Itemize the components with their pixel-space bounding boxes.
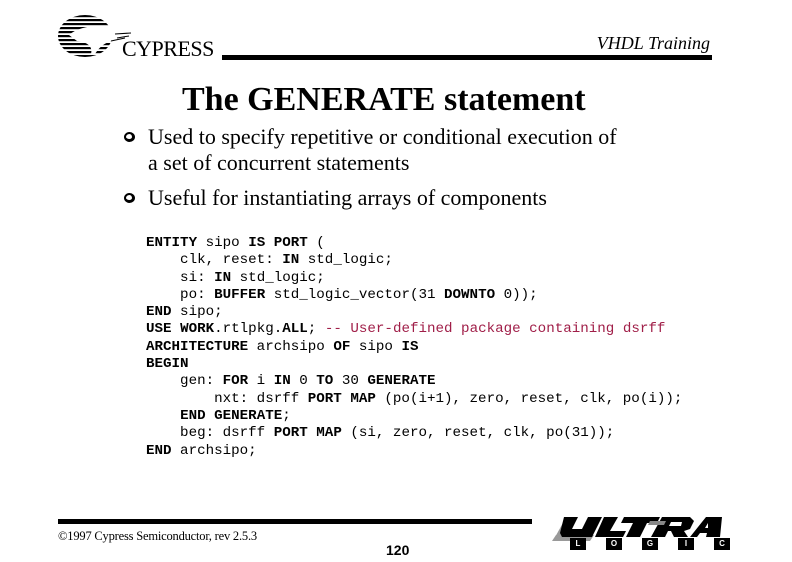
slide-title: The GENERATE statement — [182, 81, 586, 118]
logic-letter-box: I — [678, 538, 694, 550]
code-line: ARCHITECTURE archsipo OF sipo IS — [146, 339, 682, 356]
code-text: 0 — [290, 373, 317, 390]
code-line: po: BUFFER std_logic_vector(31 DOWNTO 0)… — [146, 287, 682, 304]
code-keyword: IN — [273, 373, 291, 390]
logic-letters: LOGIC — [570, 538, 730, 550]
cypress-logo-text: CYPRESS — [122, 36, 214, 61]
code-keyword: USE — [146, 321, 172, 338]
code-text: archsipo; — [171, 442, 257, 459]
code-keyword: IN — [282, 252, 300, 269]
code-text: i — [248, 373, 274, 390]
logic-letter-box: C — [714, 538, 730, 550]
code-keyword: BUFFER — [214, 286, 266, 303]
code-text: ( — [307, 235, 325, 251]
code-text: ; — [282, 407, 291, 424]
code-line: USE WORK.rtlpkg.ALL; -- User-defined pac… — [146, 321, 682, 338]
code-text: po: — [146, 286, 215, 303]
code-line: clk, reset: IN std_logic; — [146, 252, 682, 269]
code-text: beg: dsrff — [146, 425, 274, 442]
code-keyword: BEGIN — [146, 356, 189, 373]
code-keyword: ALL — [282, 321, 308, 338]
code-keyword: END — [146, 304, 172, 321]
code-text: std_logic_vector(31 — [265, 286, 445, 303]
copyright-notice: ©1997 Cypress Semiconductor, rev 2.5.3 — [58, 529, 257, 543]
course-title: VHDL Training — [596, 33, 710, 53]
code-text: (po(i+1), zero, reset, clk, po(i)); — [375, 390, 683, 407]
header-divider — [222, 55, 712, 60]
code-text: sipo — [350, 338, 402, 355]
code-line: END sipo; — [146, 304, 682, 321]
vhdl-code-block: ENTITY sipo IS PORT ( clk, reset: IN std… — [146, 235, 682, 460]
code-keyword: GENERATE — [367, 373, 436, 390]
code-line: BEGIN — [146, 356, 682, 373]
footer-divider — [58, 519, 532, 524]
code-keyword: ENTITY — [146, 235, 198, 251]
code-text: 0)); — [495, 286, 538, 303]
logic-letter-box: O — [606, 538, 622, 550]
bullet-item: Used to specify repetitive or conditiona… — [120, 124, 617, 176]
code-comment: -- User-defined package containing dsrff — [324, 321, 666, 338]
bullet-text: Useful for instantiating arrays of compo… — [148, 185, 547, 210]
code-text: .rtlpkg. — [214, 321, 283, 338]
code-keyword: END — [180, 407, 206, 424]
code-keyword: MAP — [316, 425, 342, 442]
code-keyword: END — [146, 442, 172, 459]
code-keyword: FOR — [222, 373, 249, 390]
circle-bullet-icon — [120, 185, 148, 211]
code-line: END GENERATE; — [146, 408, 682, 425]
code-text: 30 — [333, 373, 368, 390]
code-text: ; — [307, 321, 325, 338]
code-text: (si, zero, reset, clk, po(31)); — [341, 425, 615, 442]
code-line: gen: FOR i IN 0 TO 30 GENERATE — [146, 373, 682, 390]
code-line: END archsipo; — [146, 443, 682, 460]
code-text: si: — [146, 269, 215, 286]
code-text: std_logic; — [299, 252, 393, 269]
logic-letter-box: L — [570, 538, 586, 550]
code-line: nxt: dsrff PORT MAP (po(i+1), zero, rese… — [146, 391, 682, 408]
code-line: si: IN std_logic; — [146, 270, 682, 287]
code-keyword: PORT — [273, 425, 308, 442]
code-keyword: OF — [333, 338, 351, 355]
page-number: 120 — [386, 542, 410, 558]
bullet-text: Used to specify repetitive or conditiona… — [148, 124, 617, 175]
logic-letter-box: G — [642, 538, 658, 550]
circle-bullet-icon — [120, 124, 148, 176]
code-keyword: IS — [401, 338, 419, 355]
code-text: sipo — [197, 235, 249, 251]
code-keyword: GENERATE — [214, 407, 283, 424]
code-keyword: PORT — [273, 235, 308, 251]
code-keyword: WORK — [180, 321, 215, 338]
code-line: beg: dsrff PORT MAP (si, zero, reset, cl… — [146, 425, 682, 442]
code-text: sipo; — [171, 304, 223, 321]
code-text: gen: — [146, 373, 223, 390]
code-keyword: ARCHITECTURE — [146, 338, 249, 355]
code-keyword: TO — [316, 373, 334, 390]
code-text: archsipo — [248, 338, 334, 355]
code-line: ENTITY sipo IS PORT ( — [146, 235, 682, 252]
code-keyword: PORT — [307, 390, 342, 407]
code-text: std_logic; — [231, 269, 325, 286]
bullet-item: Useful for instantiating arrays of compo… — [120, 185, 547, 211]
code-keyword: IS — [248, 235, 266, 251]
code-text: clk, reset: — [146, 252, 283, 269]
code-keyword: IN — [214, 269, 232, 286]
code-keyword: DOWNTO — [444, 286, 496, 303]
code-text: nxt: dsrff — [146, 390, 308, 407]
code-keyword: MAP — [350, 390, 376, 407]
